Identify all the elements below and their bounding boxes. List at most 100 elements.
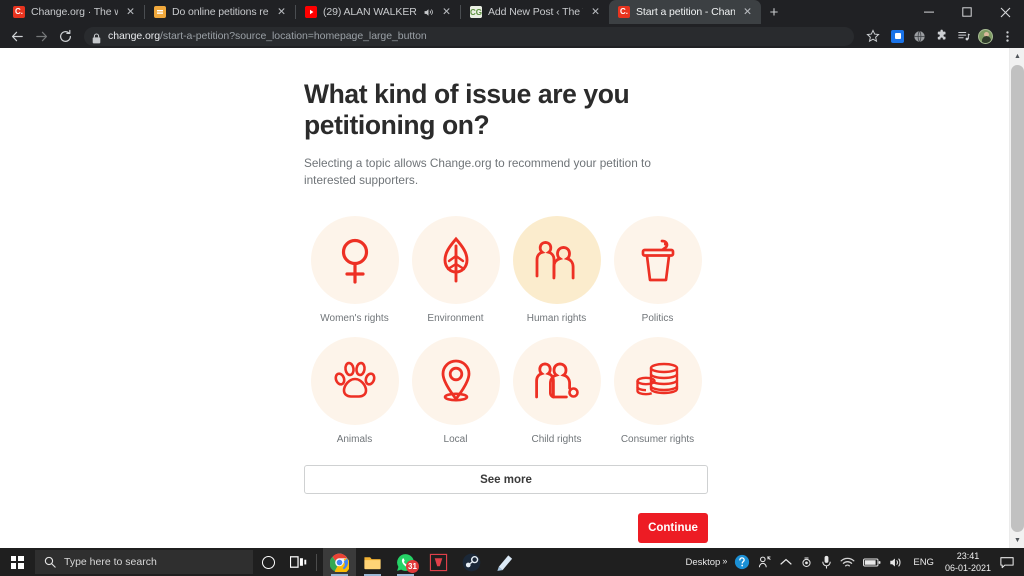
tab-title: Do online petitions really work?	[172, 6, 269, 18]
extensions-puzzle-icon[interactable]	[931, 26, 952, 47]
topic-option-human-rights[interactable]: Human rights	[506, 216, 607, 324]
taskbar-search-box[interactable]: Type here to search	[35, 550, 253, 574]
venus-symbol-icon	[334, 236, 376, 284]
parent-child-icon	[533, 359, 581, 403]
close-icon[interactable]: ✕	[440, 6, 453, 19]
maximize-button[interactable]	[948, 0, 986, 24]
folder-icon	[364, 556, 381, 569]
browser-tab[interactable]: C. Change.org · The world's platform for…	[4, 0, 144, 24]
taskbar-app-google-chrome[interactable]	[323, 548, 356, 576]
topic-option-child-rights[interactable]: Child rights	[506, 337, 607, 445]
forward-arrow-icon[interactable]	[30, 25, 52, 47]
close-icon[interactable]: ✕	[124, 6, 137, 19]
minimize-button[interactable]	[910, 0, 948, 24]
page-viewport: What kind of issue are you petitioning o…	[0, 48, 1024, 548]
clock-time: 23:41	[956, 551, 980, 561]
taskbar-app-sticky-notes[interactable]	[488, 548, 521, 576]
topic-label: Animals	[336, 434, 373, 445]
start-button[interactable]	[0, 548, 34, 576]
topic-label: Child rights	[531, 434, 582, 445]
desktop-peek-label[interactable]: Desktop »	[679, 556, 730, 568]
reload-icon[interactable]	[54, 25, 76, 47]
paw-print-icon	[332, 359, 378, 403]
taskbar-app-file-explorer[interactable]	[356, 548, 389, 576]
topic-option-local[interactable]: Local	[405, 337, 506, 445]
cast-badge-icon[interactable]	[887, 26, 908, 47]
tab-title: Add New Post ‹ The Tech Infinite	[488, 6, 583, 18]
clock[interactable]: 23:41 06-01-2021	[940, 550, 996, 574]
vlc-icon	[429, 553, 448, 571]
back-arrow-icon[interactable]	[6, 25, 28, 47]
topic-option-womens-rights[interactable]: Women's rights	[304, 216, 405, 324]
notification-icon[interactable]	[996, 556, 1020, 569]
bookmark-star-icon[interactable]	[860, 26, 886, 47]
topic-option-environment[interactable]: Environment	[405, 216, 506, 324]
browser-tab[interactable]: (29) ALAN WALKER – The Spectre ✕	[296, 0, 460, 24]
address-bar[interactable]: change.org/start-a-petition?source_locat…	[84, 26, 854, 46]
browser-window: C. Change.org · The world's platform for…	[0, 0, 1024, 548]
scroll-down-arrow-icon[interactable]: ▼	[1010, 532, 1024, 548]
generic-favicon	[154, 6, 166, 18]
topic-grid: Women's rights Environment Human rights …	[304, 216, 708, 445]
topic-bubble	[411, 337, 500, 425]
taskbar-app-whatsapp[interactable]: 31	[389, 548, 422, 576]
close-icon[interactable]: ✕	[589, 6, 602, 19]
topic-option-consumer-rights[interactable]: Consumer rights	[607, 337, 708, 445]
lock-icon	[92, 31, 101, 43]
page-scrollbar[interactable]: ▲ ▼	[1009, 48, 1024, 548]
new-tab-button[interactable]: +	[761, 0, 787, 24]
show-hidden-chevron-icon[interactable]	[776, 548, 796, 576]
battery-icon[interactable]	[859, 548, 885, 576]
browser-tab-active[interactable]: C. Start a petition - Change.org ✕	[609, 0, 761, 24]
globe-icon[interactable]	[909, 26, 930, 47]
tab-audio-icon[interactable]	[423, 6, 434, 19]
help-circle-icon[interactable]	[730, 548, 754, 576]
close-button[interactable]	[986, 0, 1024, 24]
topic-label: Politics	[641, 313, 674, 324]
steam-icon	[462, 553, 481, 571]
three-dot-menu-icon[interactable]	[997, 26, 1018, 47]
wordpress-favicon: CG	[470, 6, 482, 18]
search-placeholder: Type here to search	[64, 556, 157, 568]
url-domain: change.org	[108, 30, 161, 42]
task-view-icon[interactable]	[283, 548, 313, 576]
wifi-icon[interactable]	[836, 548, 859, 576]
continue-button[interactable]: Continue	[638, 513, 708, 543]
profile-avatar[interactable]	[975, 26, 996, 47]
map-pin-icon	[435, 357, 477, 405]
topic-option-animals[interactable]: Animals	[304, 337, 405, 445]
media-playlist-icon[interactable]	[953, 26, 974, 47]
browser-tab[interactable]: Do online petitions really work? ✕	[145, 0, 295, 24]
change-favicon: C.	[13, 6, 25, 18]
taskbar-app-steam[interactable]	[455, 548, 488, 576]
topic-bubble	[512, 216, 601, 304]
page-content: What kind of issue are you petitioning o…	[0, 48, 1009, 548]
microphone-icon[interactable]	[817, 548, 836, 576]
camera-icon[interactable]	[796, 548, 817, 576]
clock-date: 06-01-2021	[944, 563, 991, 573]
topic-label: Human rights	[526, 313, 587, 324]
close-icon[interactable]: ✕	[741, 6, 754, 19]
window-controls	[910, 0, 1024, 24]
windows-logo-icon	[10, 555, 24, 569]
search-icon	[44, 556, 56, 568]
system-tray: Desktop » ENG 23:41 06-01-2021	[679, 548, 1024, 576]
url-path: /start-a-petition?source_location=homepa…	[160, 30, 427, 42]
topic-label: Environment	[427, 313, 484, 324]
topic-option-politics[interactable]: Politics	[607, 216, 708, 324]
change-favicon: C.	[618, 6, 630, 18]
close-icon[interactable]: ✕	[275, 6, 288, 19]
browser-tab[interactable]: CG Add New Post ‹ The Tech Infinite ✕	[461, 0, 609, 24]
volume-icon[interactable]	[885, 548, 907, 576]
see-more-button[interactable]: See more	[304, 465, 708, 494]
tab-title: (29) ALAN WALKER – The Spectre	[323, 6, 417, 18]
windows-taskbar: Type here to search 31 Desktop » ENG 23:…	[0, 548, 1024, 576]
chrome-icon	[330, 553, 349, 572]
people-sharing-icon[interactable]	[754, 548, 776, 576]
scrollbar-thumb[interactable]	[1011, 65, 1024, 532]
taskbar-app-vlc-media-player[interactable]	[422, 548, 455, 576]
two-people-icon	[533, 238, 581, 282]
cortana-icon[interactable]	[253, 548, 283, 576]
language-indicator[interactable]: ENG	[907, 557, 940, 568]
scroll-up-arrow-icon[interactable]: ▲	[1010, 48, 1024, 64]
